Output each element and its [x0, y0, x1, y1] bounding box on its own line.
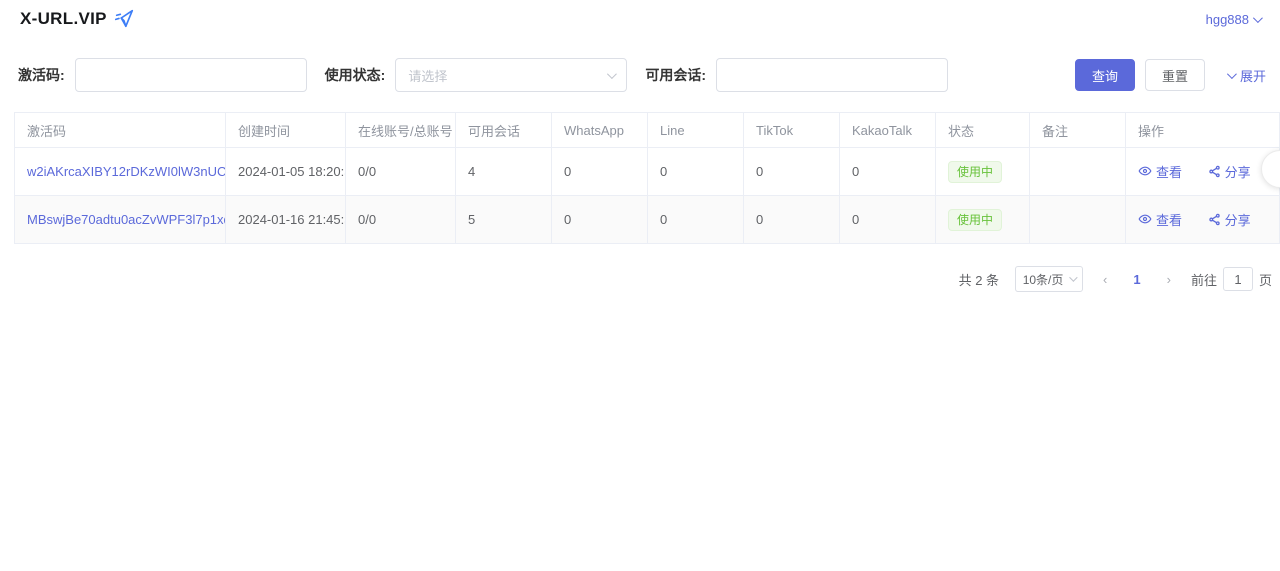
tiktok-cell: 0 [744, 148, 840, 196]
prev-page-button[interactable]: ‹ [1097, 272, 1113, 287]
next-page-button[interactable]: › [1161, 272, 1177, 287]
chevron-down-icon [1253, 13, 1263, 23]
status-cell: 使用中 [936, 196, 1030, 244]
col-whatsapp: WhatsApp [552, 113, 648, 148]
eye-icon [1138, 164, 1152, 178]
top-bar: X-URL.VIP hgg888 [0, 0, 1280, 36]
page-size-select[interactable]: 10条/页 [1015, 266, 1083, 292]
table-row: MBswjBe70adtu0acZvWPF3l7p1xqXgoG 2024-01… [15, 196, 1280, 244]
activation-code-link[interactable]: MBswjBe70adtu0acZvWPF3l7p1xqXgoG [15, 196, 226, 244]
goto-page-input[interactable] [1223, 267, 1253, 291]
kakaotalk-cell: 0 [840, 148, 936, 196]
chevron-down-icon [1227, 69, 1237, 79]
share-button[interactable]: 分享 [1208, 210, 1251, 229]
col-kakaotalk: KakaoTalk [840, 113, 936, 148]
goto-page: 前往 页 [1191, 267, 1272, 291]
col-actions: 操作 [1126, 113, 1280, 148]
status-badge: 使用中 [948, 161, 1002, 183]
created-time-cell: 2024-01-16 21:45:59 [226, 196, 346, 244]
activation-code-label: 激活码: [18, 65, 65, 85]
activation-code-input[interactable] [75, 58, 307, 92]
col-online-total: 在线账号/总账号 [346, 113, 456, 148]
available-sessions-input[interactable] [716, 58, 948, 92]
usage-status-placeholder: 请选择 [408, 66, 447, 85]
line-cell: 0 [648, 196, 744, 244]
kakaotalk-cell: 0 [840, 196, 936, 244]
activation-code-link[interactable]: w2iAKrcaXIBY12rDKzWI0lW3nUCpB8OG [15, 148, 226, 196]
col-created-time: 创建时间 [226, 113, 346, 148]
col-available-sessions: 可用会话 [456, 113, 552, 148]
app-logo: X-URL.VIP [20, 7, 135, 32]
col-line: Line [648, 113, 744, 148]
remark-cell [1030, 196, 1126, 244]
chevron-down-icon [607, 69, 617, 79]
view-button[interactable]: 查看 [1138, 162, 1182, 181]
remark-cell [1030, 148, 1126, 196]
usage-status-label: 使用状态: [325, 65, 386, 85]
available-sessions-label: 可用会话: [645, 65, 706, 85]
sessions-cell: 5 [456, 196, 552, 244]
username: hgg888 [1206, 12, 1249, 27]
share-icon [1208, 213, 1221, 226]
view-button[interactable]: 查看 [1138, 210, 1182, 229]
status-badge: 使用中 [948, 209, 1002, 231]
sessions-cell: 4 [456, 148, 552, 196]
pagination: 共 2 条 10条/页 ‹ 1 › 前往 页 [0, 244, 1280, 292]
tiktok-cell: 0 [744, 196, 840, 244]
eye-icon [1138, 212, 1152, 226]
chevron-down-icon [1070, 273, 1078, 281]
filter-activation-code: 激活码: [18, 58, 307, 92]
line-cell: 0 [648, 148, 744, 196]
status-cell: 使用中 [936, 148, 1030, 196]
app-logo-text: X-URL.VIP [20, 9, 107, 29]
goto-label: 前往 [1191, 270, 1217, 289]
online-total-cell: 0/0 [346, 196, 456, 244]
col-remark: 备注 [1030, 113, 1126, 148]
query-button[interactable]: 查询 [1075, 59, 1135, 91]
created-time-cell: 2024-01-05 18:20:57 [226, 148, 346, 196]
usage-status-select[interactable]: 请选择 [395, 58, 627, 92]
share-button[interactable]: 分享 [1208, 162, 1251, 181]
user-menu[interactable]: hgg888 [1206, 12, 1260, 27]
col-status: 状态 [936, 113, 1030, 148]
whatsapp-cell: 0 [552, 148, 648, 196]
table-header-row: 激活码 创建时间 在线账号/总账号 可用会话 WhatsApp Line Tik… [15, 113, 1280, 148]
expand-label: 展开 [1240, 66, 1266, 85]
activation-codes-table: 激活码 创建时间 在线账号/总账号 可用会话 WhatsApp Line Tik… [14, 112, 1280, 244]
col-activation-code: 激活码 [15, 113, 226, 148]
paper-plane-icon [113, 7, 135, 32]
col-tiktok: TikTok [744, 113, 840, 148]
share-icon [1208, 165, 1221, 178]
filter-available-sessions: 可用会话: [645, 58, 948, 92]
page-size-value: 10条/页 [1023, 271, 1064, 288]
actions-cell: 查看 分享 [1126, 196, 1280, 244]
page-unit-label: 页 [1259, 270, 1272, 289]
online-total-cell: 0/0 [346, 148, 456, 196]
filter-usage-status: 使用状态: 请选择 [325, 58, 628, 92]
filter-bar: 激活码: 使用状态: 请选择 可用会话: 查询 重置 展开 [0, 36, 1280, 92]
reset-button[interactable]: 重置 [1145, 59, 1205, 91]
page-number-1[interactable]: 1 [1127, 272, 1146, 287]
pagination-total: 共 2 条 [959, 270, 999, 289]
actions-cell: 查看 分享 [1126, 148, 1280, 196]
table-row: w2iAKrcaXIBY12rDKzWI0lW3nUCpB8OG 2024-01… [15, 148, 1280, 196]
expand-toggle[interactable]: 展开 [1227, 66, 1266, 85]
whatsapp-cell: 0 [552, 196, 648, 244]
